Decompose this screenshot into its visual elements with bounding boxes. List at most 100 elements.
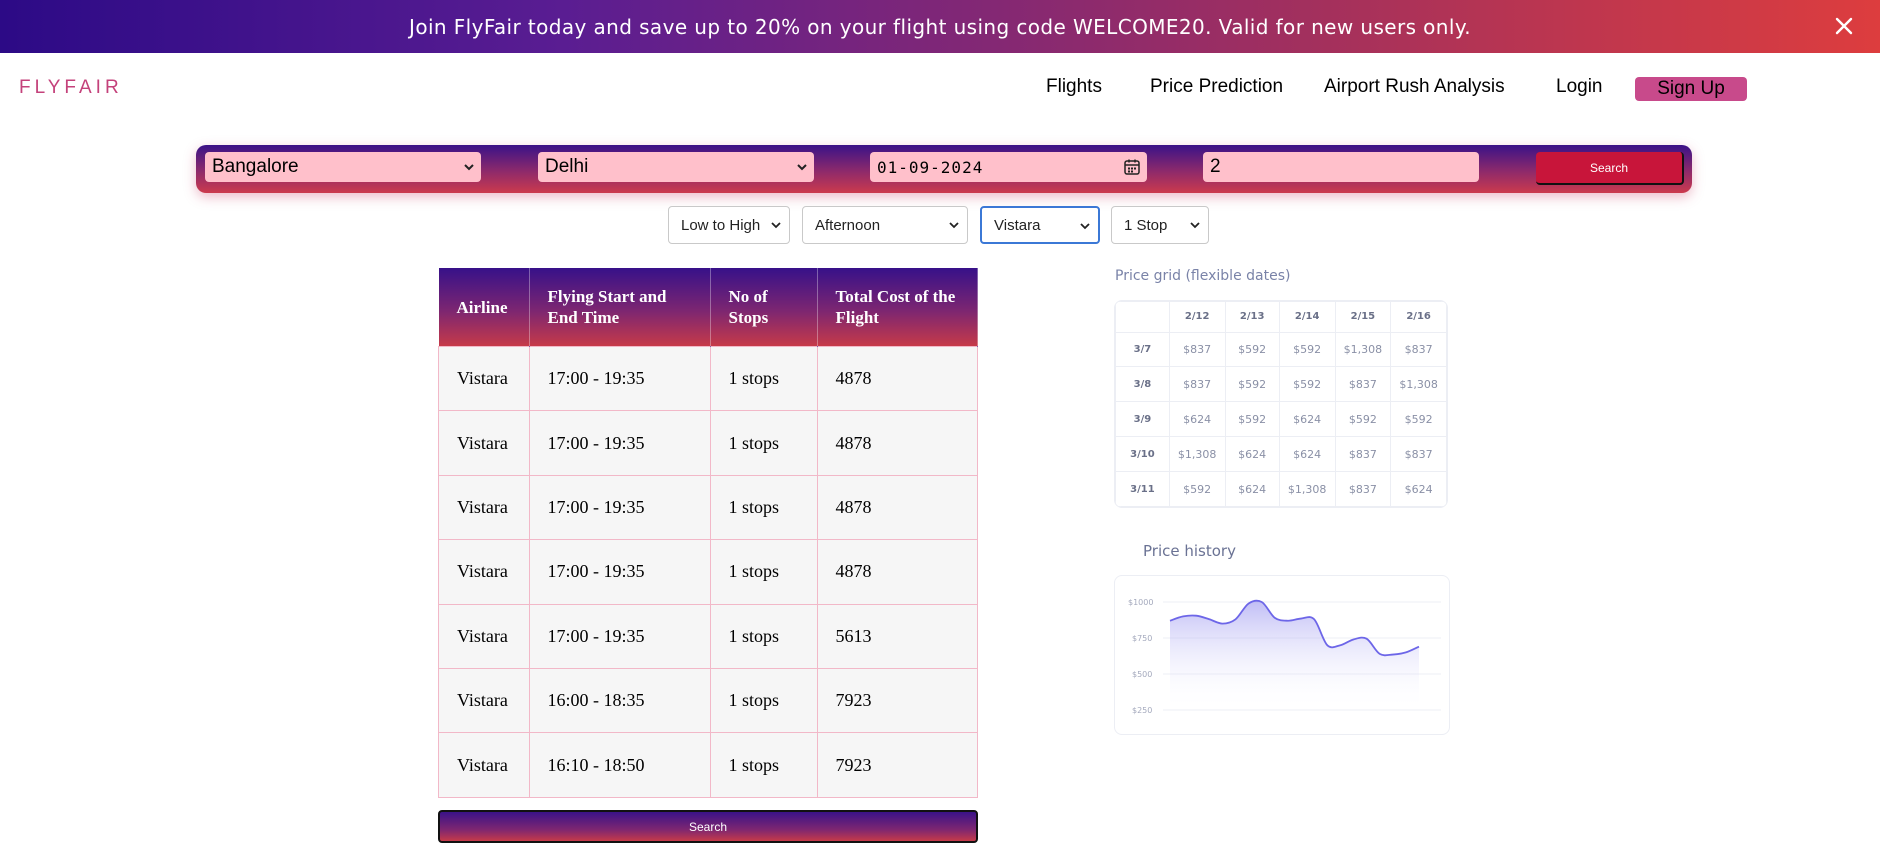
airline-select[interactable]: Vistara — [980, 206, 1100, 244]
passengers-input[interactable]: 2 — [1203, 152, 1479, 182]
price-history-svg: $1000 $750 $500 $250 — [1128, 598, 1441, 715]
sort-select[interactable]: Low to High — [668, 206, 790, 244]
cell-time: 17:00 - 19:35 — [528, 603, 711, 669]
grid-price-cell[interactable]: $592 — [1278, 331, 1336, 368]
grid-price-cell[interactable]: $592 — [1278, 366, 1336, 403]
table-row[interactable]: Vistara 17:00 - 19:35 1 stops 4878 — [438, 539, 978, 605]
grid-price-cell[interactable]: $837 — [1168, 331, 1226, 368]
cell-time: 16:10 - 18:50 — [528, 732, 711, 798]
cell-airline: Vistara — [438, 732, 530, 798]
grid-price-cell[interactable]: $837 — [1334, 366, 1392, 403]
price-grid: 2/12 2/13 2/14 2/15 2/16 3/7 $837 $592 $… — [1114, 300, 1448, 508]
cell-airline: Vistara — [438, 474, 530, 541]
date-input[interactable]: 01-09-2024 — [870, 152, 1147, 182]
header-stops: No of Stops — [710, 268, 818, 347]
grid-row-header: 3/11 — [1115, 471, 1170, 507]
header-airline: Airline — [438, 268, 530, 347]
grid-price-cell[interactable]: $624 — [1224, 436, 1280, 473]
grid-price-cell[interactable]: $592 — [1168, 471, 1226, 507]
cell-airline: Vistara — [438, 410, 530, 476]
cell-cost: 4878 — [816, 474, 978, 541]
logo[interactable]: FLYFAIR — [19, 77, 123, 99]
chevron-down-icon — [1080, 223, 1090, 230]
grid-price-cell[interactable]: $624 — [1278, 401, 1336, 438]
to-select[interactable]: Delhi — [538, 152, 814, 182]
time-select[interactable]: Afternoon — [802, 206, 968, 244]
price-grid-title: Price grid (flexible dates) — [1115, 268, 1291, 284]
nav-flights[interactable]: Flights — [1046, 76, 1102, 98]
grid-price-cell[interactable]: $624 — [1224, 471, 1280, 507]
results-search-button[interactable]: Search — [438, 810, 978, 843]
cell-airline: Vistara — [438, 539, 530, 605]
table-row[interactable]: Vistara 17:00 - 19:35 1 stops 4878 — [438, 410, 978, 476]
grid-price-cell[interactable]: $592 — [1390, 401, 1447, 438]
grid-price-cell[interactable]: $592 — [1224, 331, 1280, 368]
table-row[interactable]: Vistara 16:10 - 18:50 1 stops 7923 — [438, 732, 978, 798]
promo-text: Join FlyFair today and save up to 20% on… — [409, 14, 1471, 39]
signup-button[interactable]: Sign Up — [1635, 77, 1747, 101]
grid-price-cell[interactable]: $837 — [1168, 366, 1226, 403]
table-row[interactable]: Vistara 17:00 - 19:35 1 stops 4878 — [438, 474, 978, 541]
promo-banner: Join FlyFair today and save up to 20% on… — [0, 0, 1880, 53]
grid-col-header: 2/14 — [1278, 301, 1336, 333]
price-history-title: Price history — [1143, 542, 1236, 560]
nav-price-prediction[interactable]: Price Prediction — [1150, 76, 1283, 98]
grid-col-header: 2/13 — [1224, 301, 1280, 333]
y-tick-label: $750 — [1132, 634, 1152, 643]
cell-time: 17:00 - 19:35 — [528, 474, 711, 541]
cell-cost: 4878 — [816, 539, 978, 605]
cell-cost: 7923 — [816, 667, 978, 734]
airline-value: Vistara — [994, 216, 1041, 234]
grid-price-cell[interactable]: $592 — [1224, 366, 1280, 403]
cell-stops: 1 stops — [709, 539, 818, 605]
from-value: Bangalore — [212, 156, 299, 177]
price-grid-table: 2/12 2/13 2/14 2/15 2/16 3/7 $837 $592 $… — [1115, 301, 1447, 507]
nav-login[interactable]: Login — [1556, 76, 1603, 98]
chevron-down-icon — [464, 164, 474, 171]
grid-col-header: 2/15 — [1334, 301, 1392, 333]
grid-price-cell[interactable]: $1,308 — [1278, 471, 1336, 507]
y-tick-label: $250 — [1132, 706, 1152, 715]
close-icon[interactable] — [1830, 12, 1858, 40]
grid-price-cell[interactable]: $837 — [1334, 471, 1392, 507]
grid-price-cell[interactable]: $624 — [1390, 471, 1447, 507]
header-time: Flying Start and End Time — [529, 268, 711, 347]
grid-price-cell[interactable]: $1,308 — [1334, 331, 1392, 368]
cell-time: 17:00 - 19:35 — [528, 539, 711, 605]
cell-time: 17:00 - 19:35 — [528, 410, 711, 476]
grid-corner — [1115, 301, 1170, 333]
cell-cost: 7923 — [816, 732, 978, 798]
grid-price-cell[interactable]: $624 — [1278, 436, 1336, 473]
header-cost: Total Cost of the Flight — [817, 268, 978, 347]
table-row[interactable]: Vistara 17:00 - 19:35 1 stops 5613 — [438, 603, 978, 669]
table-row[interactable]: Vistara 17:00 - 19:35 1 stops 4878 — [438, 345, 978, 412]
calendar-icon[interactable] — [1123, 158, 1141, 176]
grid-price-cell[interactable]: $1,308 — [1168, 436, 1226, 473]
cell-time: 16:00 - 18:35 — [528, 667, 711, 734]
grid-price-cell[interactable]: $592 — [1224, 401, 1280, 438]
stops-select[interactable]: 1 Stop — [1111, 206, 1209, 244]
chevron-down-icon — [949, 222, 959, 229]
grid-price-cell[interactable]: $624 — [1168, 401, 1226, 438]
cell-cost: 4878 — [816, 345, 978, 412]
stops-value: 1 Stop — [1124, 216, 1168, 234]
cell-stops: 1 stops — [709, 410, 818, 476]
nav-airport-rush-analysis[interactable]: Airport Rush Analysis — [1324, 76, 1505, 98]
table-row[interactable]: Vistara 16:00 - 18:35 1 stops 7923 — [438, 667, 978, 734]
grid-price-cell[interactable]: $837 — [1334, 436, 1392, 473]
y-tick-label: $500 — [1132, 670, 1152, 679]
grid-price-cell[interactable]: $592 — [1334, 401, 1392, 438]
passengers-value: 2 — [1210, 156, 1221, 177]
grid-price-cell[interactable]: $837 — [1390, 436, 1447, 473]
chevron-down-icon — [1190, 222, 1200, 229]
grid-price-cell[interactable]: $837 — [1390, 331, 1447, 368]
cell-stops: 1 stops — [709, 345, 818, 412]
to-value: Delhi — [545, 156, 589, 177]
cell-cost: 4878 — [816, 410, 978, 476]
cell-stops: 1 stops — [709, 667, 818, 734]
grid-row-header: 3/8 — [1115, 366, 1170, 403]
cell-airline: Vistara — [438, 667, 530, 734]
search-button[interactable]: Search — [1536, 152, 1684, 185]
from-select[interactable]: Bangalore — [205, 152, 481, 182]
grid-price-cell[interactable]: $1,308 — [1390, 366, 1447, 403]
